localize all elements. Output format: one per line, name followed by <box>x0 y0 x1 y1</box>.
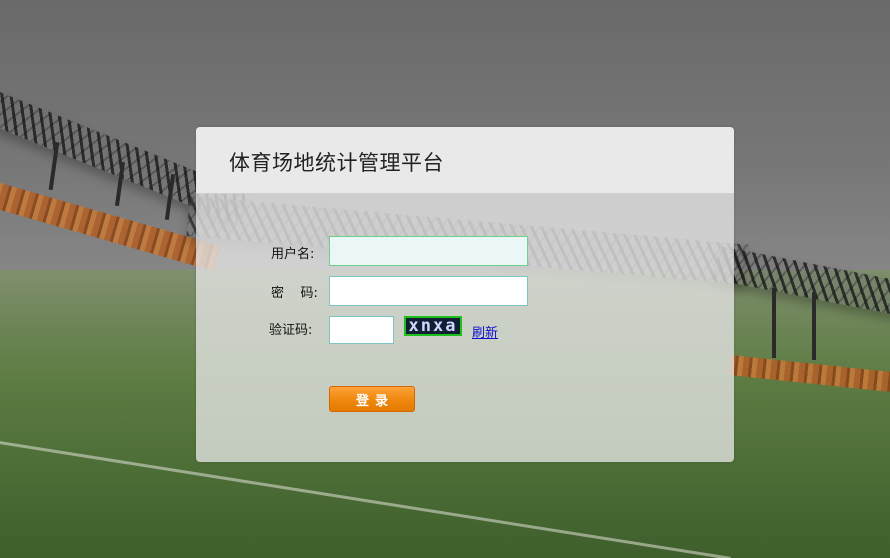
password-label: 密 码: <box>271 286 318 301</box>
login-panel: 体育场地统计管理平台 用户名: 密 码: 验证码: xnxa 刷新 登录 <box>196 127 734 462</box>
login-panel-header: 体育场地统计管理平台 <box>196 127 734 194</box>
refresh-captcha-link[interactable]: 刷新 <box>472 322 498 341</box>
canopy-support <box>812 292 816 360</box>
captcha-input[interactable] <box>329 316 394 344</box>
page-title: 体育场地统计管理平台 <box>229 151 444 175</box>
username-label: 用户名: <box>271 247 315 262</box>
captcha-image[interactable]: xnxa <box>404 316 462 336</box>
password-input[interactable] <box>329 276 528 306</box>
canopy-support <box>772 288 776 358</box>
username-input[interactable] <box>329 236 528 266</box>
captcha-label: 验证码: <box>269 323 313 338</box>
login-button[interactable]: 登录 <box>329 386 415 412</box>
